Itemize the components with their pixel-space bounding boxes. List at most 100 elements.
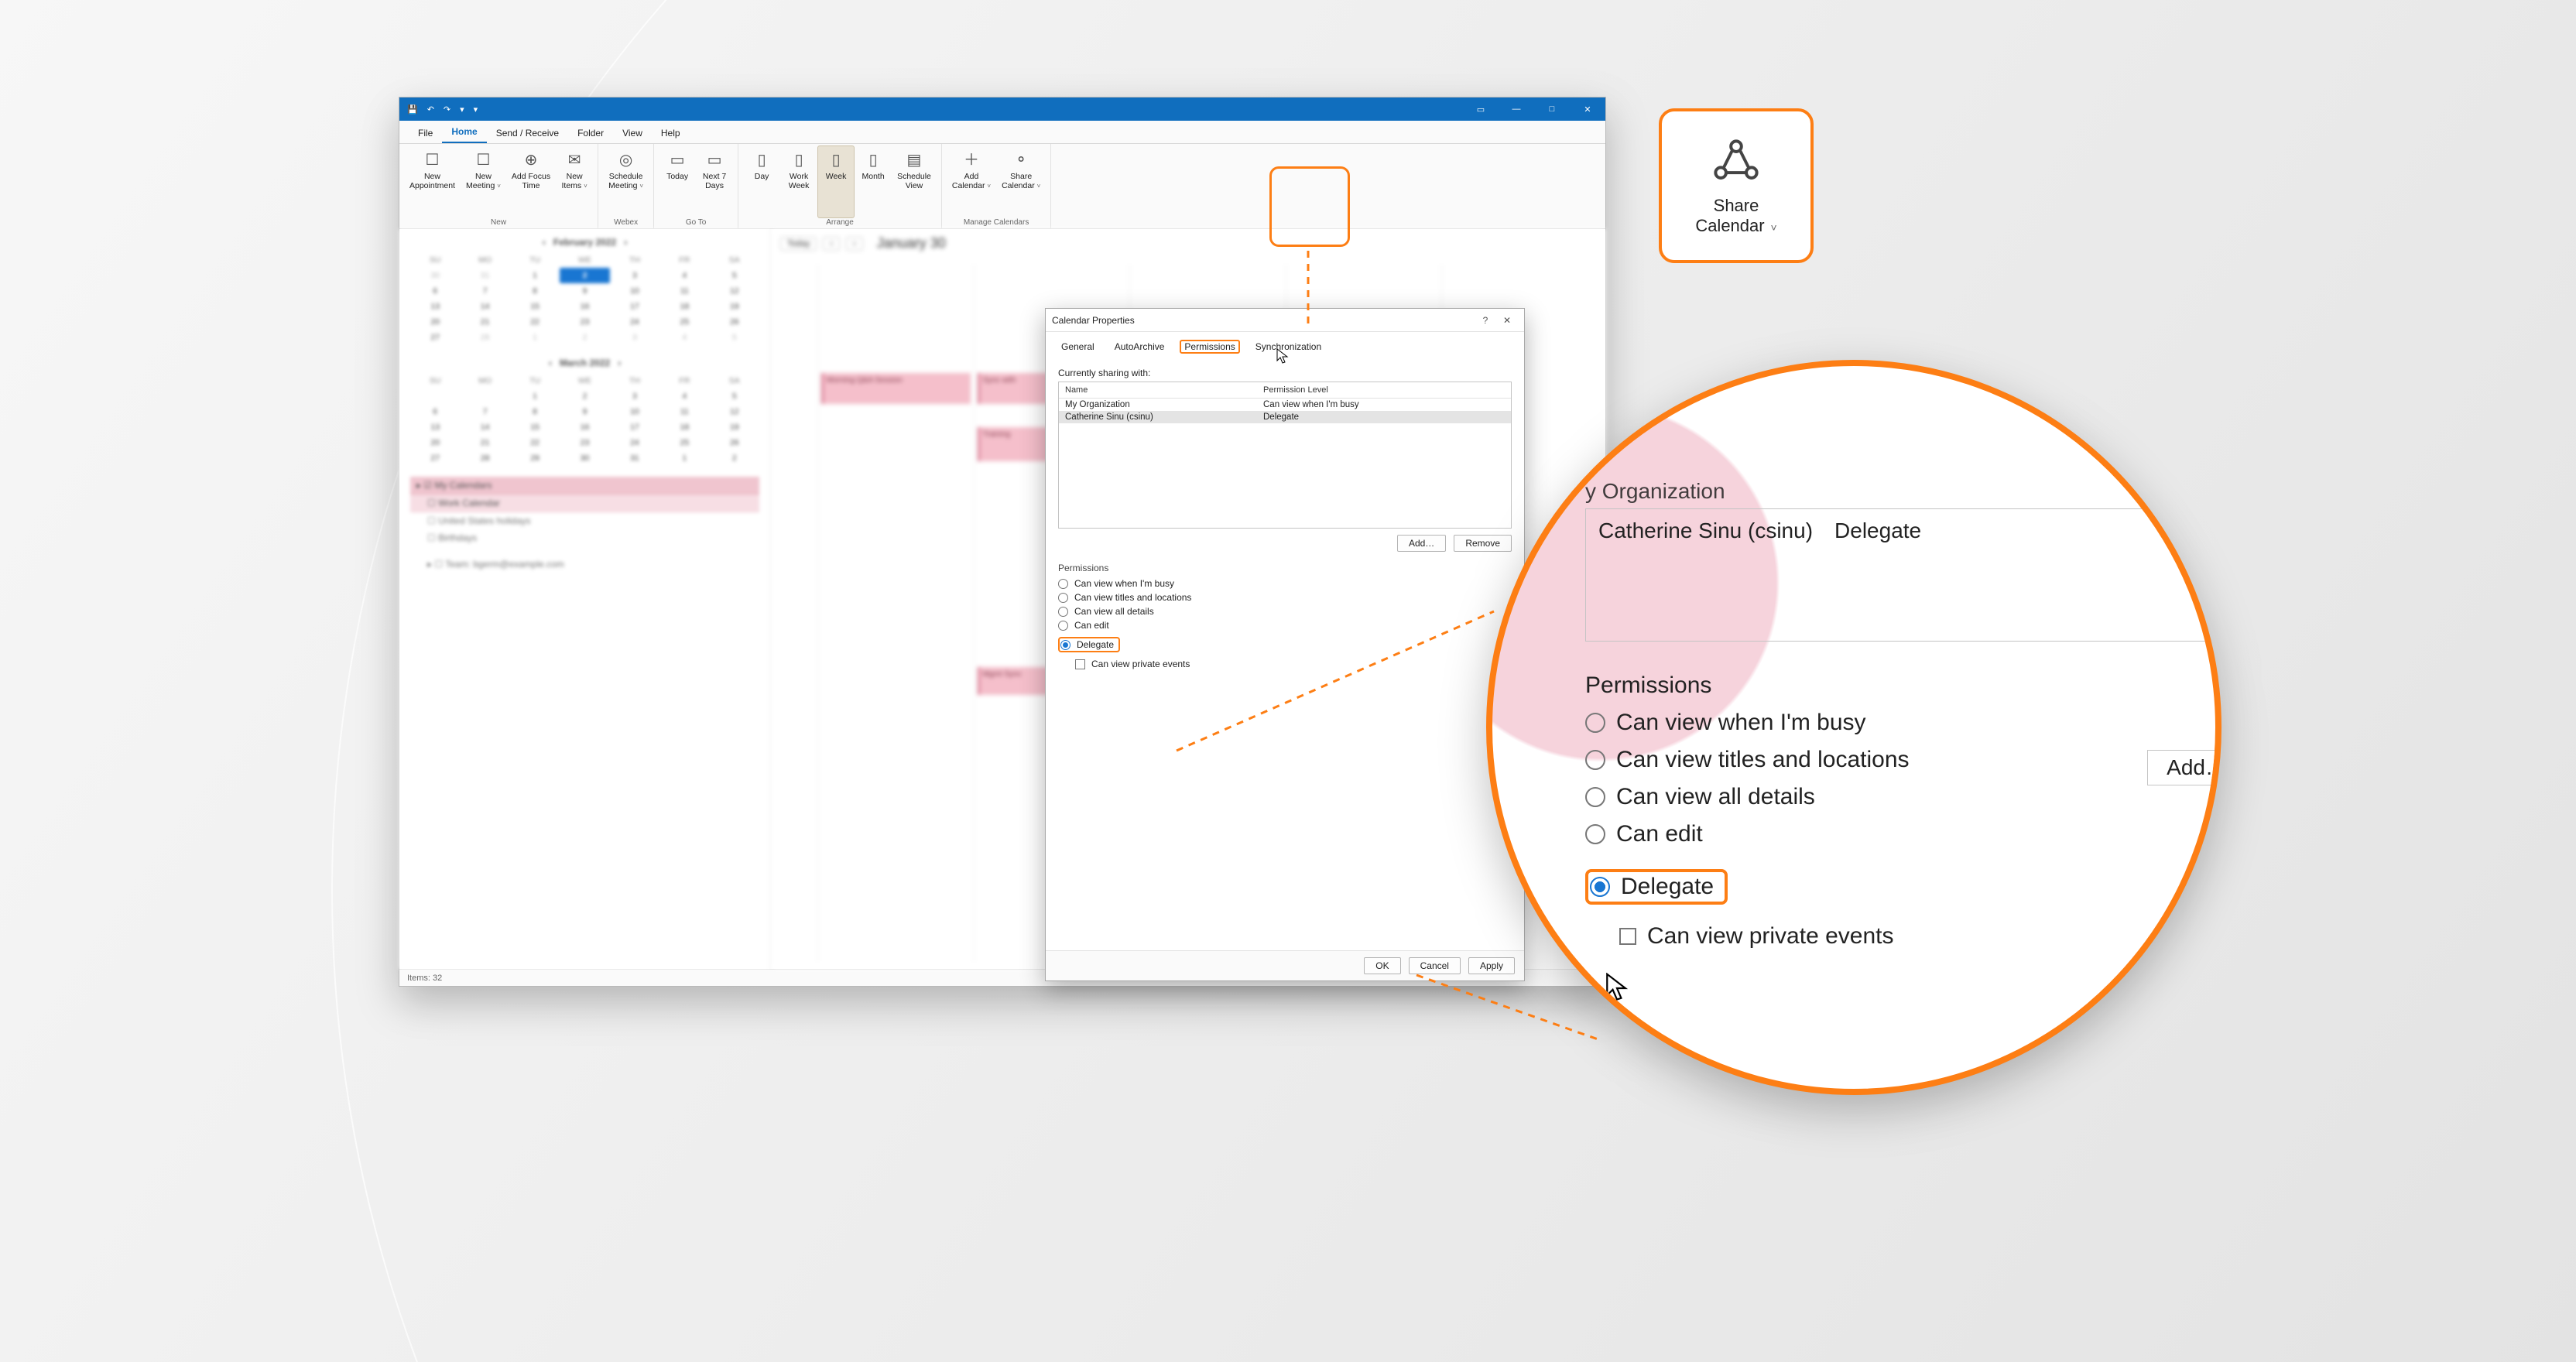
calendar-day[interactable]: 10 bbox=[610, 404, 659, 419]
prev-month-icon[interactable]: ‹ bbox=[549, 358, 552, 368]
calendar-day[interactable]: 1 bbox=[659, 450, 709, 466]
new-appointment[interactable]: ☐NewAppointment bbox=[404, 145, 461, 218]
calendar-day[interactable]: 31 bbox=[610, 450, 659, 466]
table-row[interactable]: My OrganizationCan view when I'm busy bbox=[1059, 399, 1511, 411]
add-calendar[interactable]: ＋AddCalendar ˅ bbox=[947, 145, 996, 218]
perm-radio-can-view-when-i-m-busy[interactable]: Can view when I'm busy bbox=[1058, 578, 1512, 589]
calendar-day[interactable]: 1 bbox=[510, 388, 560, 404]
calendar-day[interactable]: 7 bbox=[460, 283, 509, 299]
perm-radio-delegate[interactable]: Delegate bbox=[1058, 637, 1120, 652]
menu-view[interactable]: View bbox=[613, 123, 652, 143]
redo-icon[interactable]: ↷ bbox=[444, 104, 450, 115]
tab-permissions[interactable]: Permissions bbox=[1180, 340, 1239, 354]
calendar-day[interactable]: 18 bbox=[659, 299, 709, 314]
calendar-day[interactable]: 21 bbox=[460, 314, 509, 330]
add-focus-time[interactable]: ⊕Add FocusTime bbox=[506, 145, 556, 218]
calendar-day[interactable]: 14 bbox=[460, 299, 509, 314]
tab-general[interactable]: General bbox=[1057, 340, 1099, 354]
zoom-perm-radio-can-view-titles-and-locations[interactable]: Can view titles and locations bbox=[1585, 747, 2221, 773]
next-7-days[interactable]: ▭Next 7Days bbox=[696, 145, 733, 218]
dialog-help-icon[interactable]: ? bbox=[1475, 315, 1496, 326]
calendar-day[interactable] bbox=[460, 388, 509, 404]
sharing-list[interactable]: Name Permission Level My OrganizationCan… bbox=[1058, 382, 1512, 529]
calendar-day[interactable]: 3 bbox=[610, 268, 659, 283]
zoom-perm-radio-can-view-all-details[interactable]: Can view all details bbox=[1585, 784, 2221, 810]
calendar-day[interactable]: 15 bbox=[510, 299, 560, 314]
team-calendars[interactable]: ▸ ☐ Team: bgerm@example.com bbox=[410, 556, 759, 573]
apply-button[interactable]: Apply bbox=[1468, 957, 1515, 974]
month-view[interactable]: ▯Month bbox=[855, 145, 892, 218]
calendar-event[interactable]: Morning Q&A Session bbox=[821, 373, 971, 404]
qat-down2-icon[interactable]: ▾ bbox=[474, 104, 478, 115]
calendar-list-item[interactable]: ☐ Work Calendar bbox=[410, 494, 759, 512]
tab-autoarchive[interactable]: AutoArchive bbox=[1110, 340, 1170, 354]
calendar-day[interactable]: 12 bbox=[710, 283, 759, 299]
calendar-day[interactable]: 4 bbox=[659, 268, 709, 283]
share-calendar[interactable]: ⚬ShareCalendar ˅ bbox=[996, 145, 1046, 218]
calendar-day[interactable]: 26 bbox=[710, 314, 759, 330]
menu-send-receive[interactable]: Send / Receive bbox=[487, 123, 568, 143]
calendar-day[interactable]: 17 bbox=[610, 419, 659, 435]
calendar-day[interactable]: 1 bbox=[510, 330, 560, 345]
zoom-perm-radio-can-edit[interactable]: Can edit bbox=[1585, 821, 2221, 847]
calendar-day[interactable]: 30 bbox=[560, 450, 609, 466]
maximize-button[interactable]: □ bbox=[1534, 98, 1570, 121]
add-button[interactable]: Add… bbox=[1397, 535, 1446, 552]
week-view[interactable]: ▯Week bbox=[817, 145, 855, 218]
calendar-day[interactable]: 16 bbox=[560, 419, 609, 435]
private-events-checkbox[interactable]: Can view private events bbox=[1075, 659, 1512, 669]
calendar-day[interactable] bbox=[410, 388, 460, 404]
remove-button[interactable]: Remove bbox=[1454, 535, 1512, 552]
calendar-day[interactable]: 10 bbox=[610, 283, 659, 299]
calendar-day[interactable]: 19 bbox=[710, 299, 759, 314]
zoom-private-events-checkbox[interactable]: Can view private events bbox=[1619, 923, 2221, 950]
day-view[interactable]: ▯Day bbox=[743, 145, 780, 218]
calendar-day[interactable]: 7 bbox=[460, 404, 509, 419]
today[interactable]: ▭Today bbox=[659, 145, 696, 218]
schedule-meeting[interactable]: ◎ScheduleMeeting ˅ bbox=[603, 145, 649, 218]
calendar-day[interactable]: 23 bbox=[560, 314, 609, 330]
menu-help[interactable]: Help bbox=[652, 123, 690, 143]
calendar-day[interactable]: 4 bbox=[659, 330, 709, 345]
calendar-day[interactable]: 2 bbox=[560, 330, 609, 345]
calendar-day[interactable]: 22 bbox=[510, 435, 560, 450]
calendar-day[interactable]: 31 bbox=[460, 268, 509, 283]
calendar-day[interactable]: 25 bbox=[659, 435, 709, 450]
calendar-day[interactable]: 24 bbox=[610, 435, 659, 450]
tab-synchronization[interactable]: Synchronization bbox=[1251, 340, 1326, 354]
calendar-day[interactable]: 18 bbox=[659, 419, 709, 435]
zoom-perm-radio-delegate[interactable]: Delegate bbox=[1585, 869, 1728, 905]
calendar-day[interactable]: 6 bbox=[410, 404, 460, 419]
perm-radio-can-view-all-details[interactable]: Can view all details bbox=[1058, 606, 1512, 617]
calendar-day[interactable]: 13 bbox=[410, 299, 460, 314]
cancel-button[interactable]: Cancel bbox=[1409, 957, 1461, 974]
calendar-day[interactable]: 27 bbox=[410, 450, 460, 466]
calendar-day[interactable]: 23 bbox=[560, 435, 609, 450]
prev-month-icon[interactable]: ‹ bbox=[543, 237, 546, 248]
calendar-day[interactable]: 29 bbox=[510, 450, 560, 466]
work-week-view[interactable]: ▯WorkWeek bbox=[780, 145, 817, 218]
calendar-day[interactable]: 2 bbox=[560, 268, 609, 283]
calendar-day[interactable]: 8 bbox=[510, 283, 560, 299]
next-month-icon[interactable]: › bbox=[618, 358, 621, 368]
zoom-perm-radio-can-view-when-i-m-busy[interactable]: Can view when I'm busy bbox=[1585, 710, 2221, 736]
calendar-day[interactable]: 25 bbox=[659, 314, 709, 330]
close-button[interactable]: ✕ bbox=[1570, 98, 1605, 121]
calendar-day[interactable]: 28 bbox=[460, 330, 509, 345]
calendar-day[interactable]: 6 bbox=[410, 283, 460, 299]
calendar-day[interactable]: 26 bbox=[710, 435, 759, 450]
calendar-list-item[interactable]: ☐ United States holidays bbox=[410, 512, 759, 529]
menu-file[interactable]: File bbox=[409, 123, 442, 143]
schedule-view[interactable]: ▤ScheduleView bbox=[892, 145, 937, 218]
calendar-day[interactable]: 20 bbox=[410, 435, 460, 450]
zoom-add-button[interactable]: Add… bbox=[2147, 750, 2221, 785]
calendar-day[interactable]: 28 bbox=[460, 450, 509, 466]
perm-radio-can-edit[interactable]: Can edit bbox=[1058, 620, 1512, 631]
ribbon-display-options[interactable]: ▭ bbox=[1463, 98, 1499, 121]
menu-folder[interactable]: Folder bbox=[568, 123, 613, 143]
undo-icon[interactable]: ↶ bbox=[427, 104, 434, 115]
qat-down-icon[interactable]: ▾ bbox=[460, 104, 464, 115]
dialog-close-icon[interactable]: ✕ bbox=[1496, 315, 1518, 326]
calendar-day[interactable]: 5 bbox=[710, 330, 759, 345]
prev-week-button[interactable]: ‹ bbox=[823, 237, 840, 251]
